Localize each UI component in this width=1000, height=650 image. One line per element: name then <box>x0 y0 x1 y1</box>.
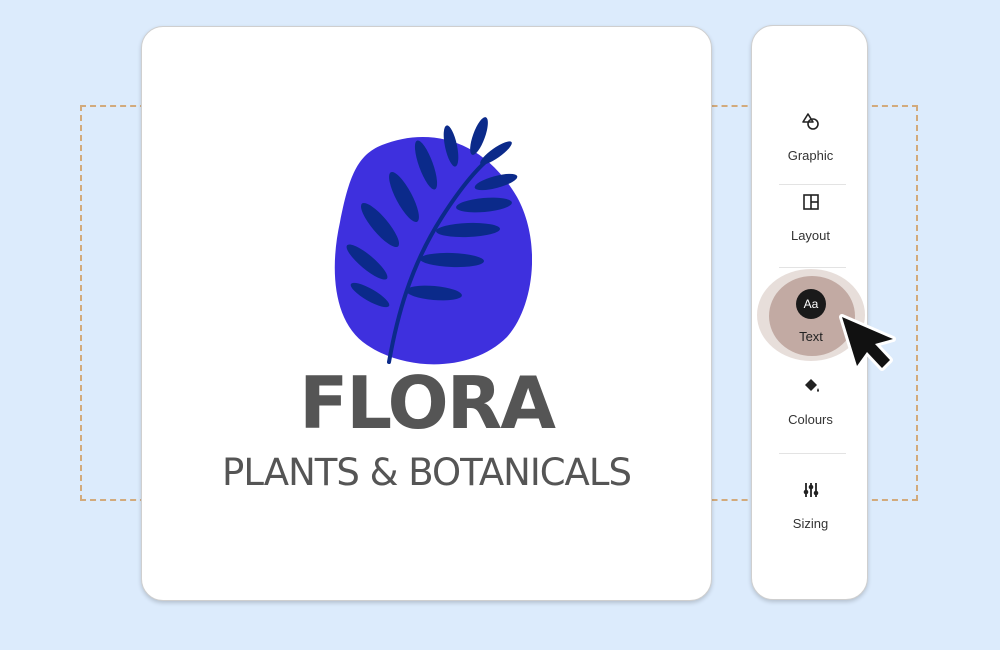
toolbar-divider <box>779 453 846 454</box>
text-aa-icon: Aa <box>796 289 826 319</box>
toolbar-divider <box>779 267 846 268</box>
shapes-icon <box>801 113 819 130</box>
toolbar-item-label: Sizing <box>792 516 829 531</box>
toolbar-item-layout[interactable]: Layout <box>752 192 869 243</box>
mouse-pointer-icon <box>839 314 896 371</box>
toolbar-item-colours[interactable]: Colours <box>752 376 869 427</box>
toolbar-item-label: Colours <box>788 412 833 427</box>
toolbar-item-graphic[interactable]: Graphic <box>752 112 869 163</box>
paint-bucket-icon <box>804 379 819 392</box>
logo-tagline[interactable]: PLANTS & BOTANICALS <box>142 451 711 495</box>
layout-grid-icon <box>802 194 819 210</box>
toolbar-item-label: Layout <box>790 228 831 243</box>
sliders-icon <box>803 483 818 497</box>
logo-title[interactable]: FLORA <box>142 363 711 443</box>
toolbar-divider <box>779 184 846 185</box>
logo-canvas[interactable]: FLORA PLANTS & BOTANICALS <box>141 26 712 601</box>
toolbar-item-label: Graphic <box>787 148 834 163</box>
leaf-logo-graphic <box>334 117 532 365</box>
toolbar-item-sizing[interactable]: Sizing <box>752 480 869 531</box>
